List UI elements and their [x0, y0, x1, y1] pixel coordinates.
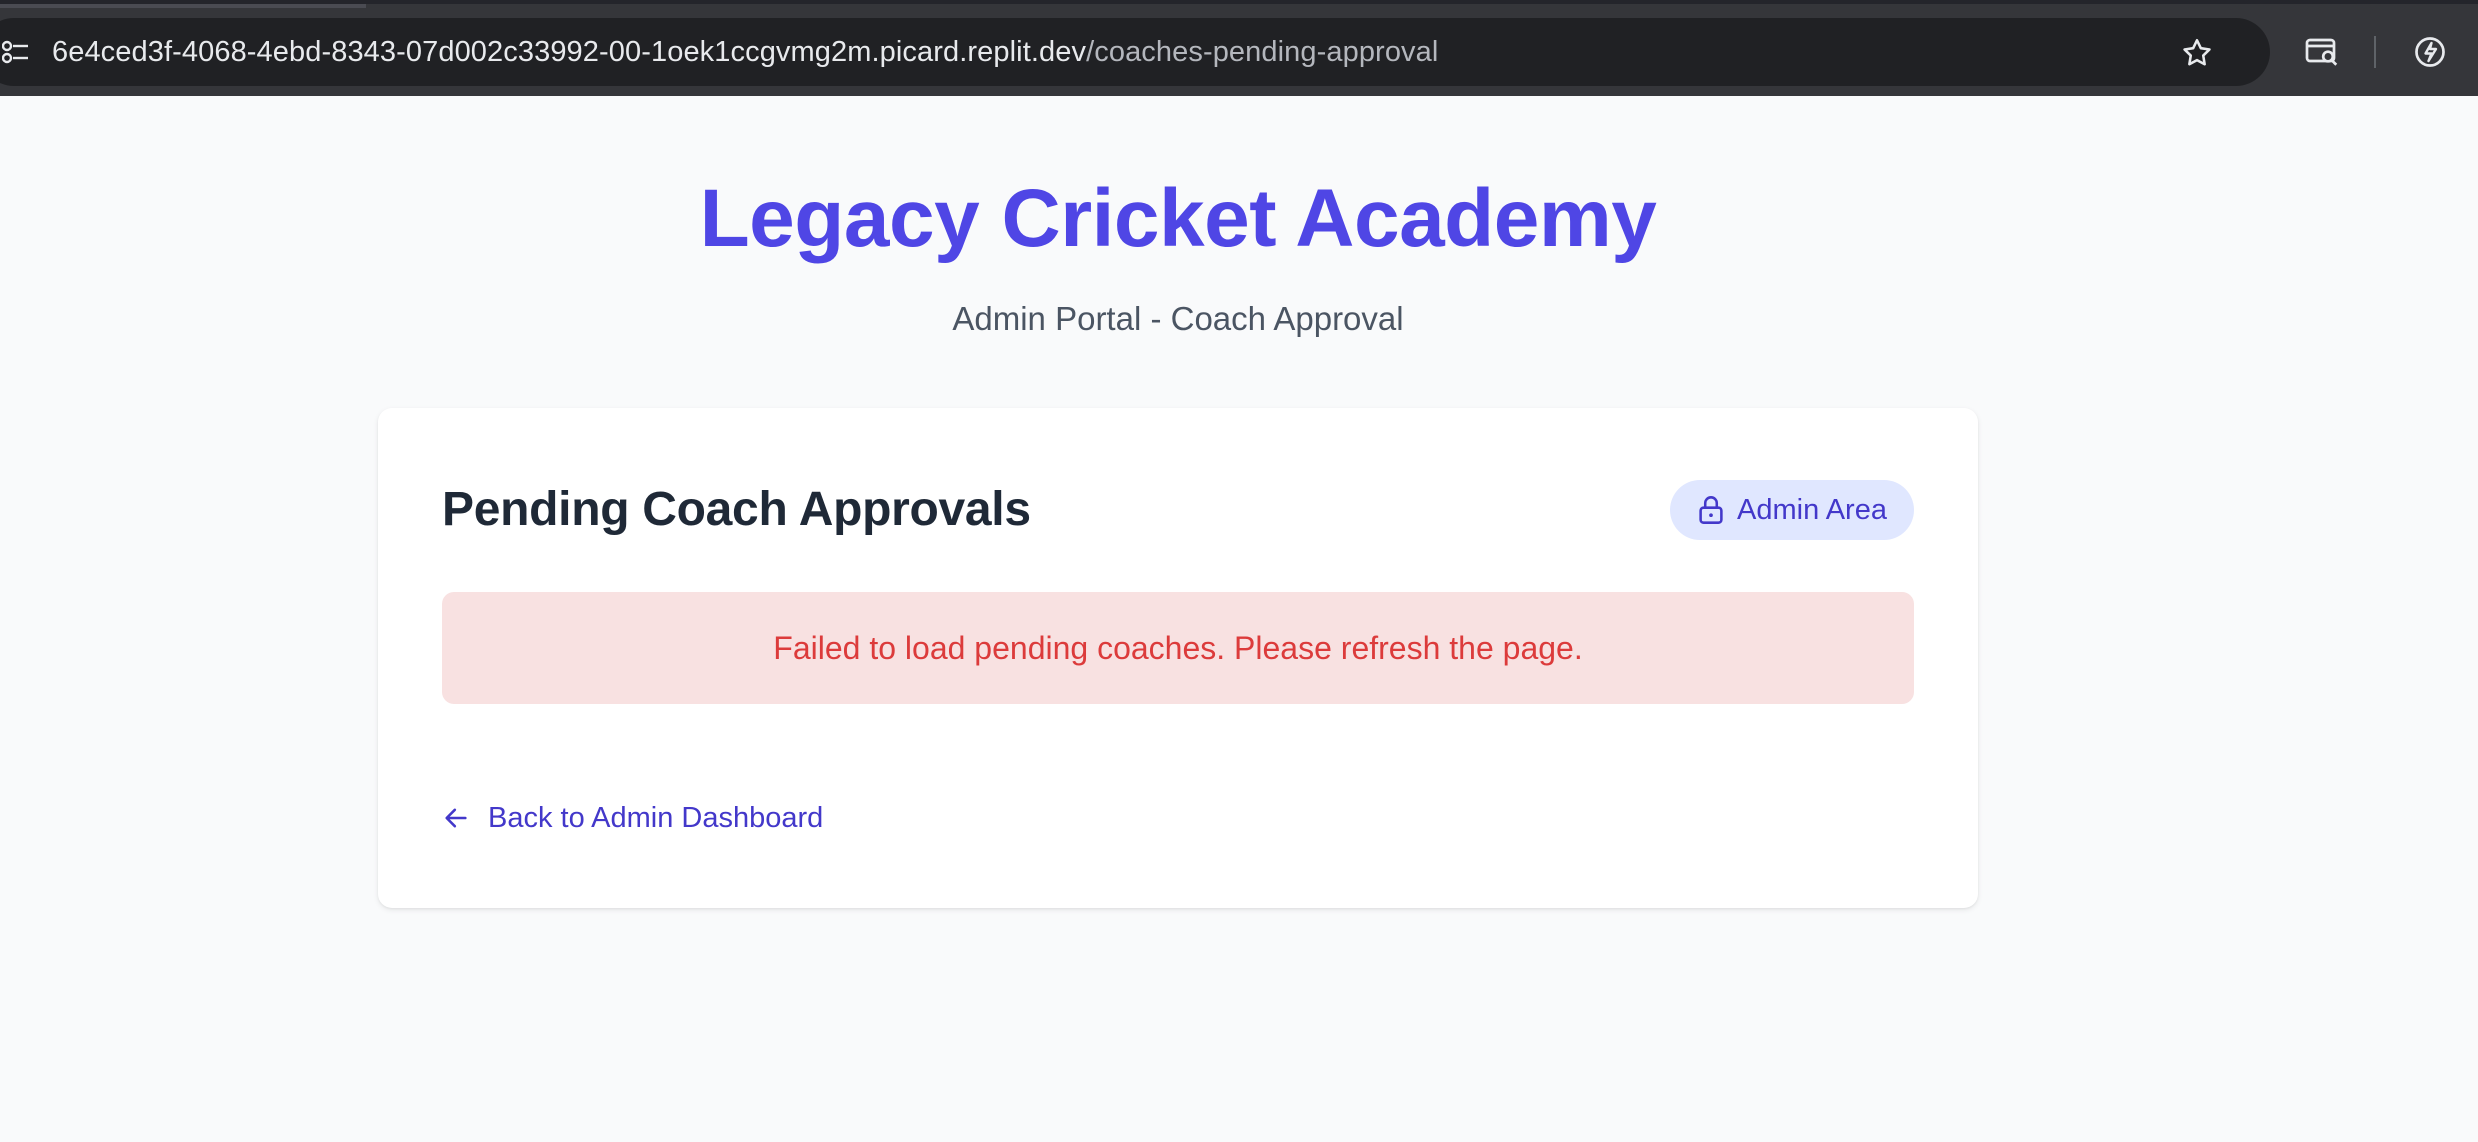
- error-message: Failed to load pending coaches. Please r…: [773, 629, 1583, 666]
- extension-icon[interactable]: [2412, 34, 2448, 70]
- admin-area-badge: Admin Area: [1670, 480, 1914, 540]
- back-link-label: Back to Admin Dashboard: [488, 801, 824, 834]
- address-bar[interactable]: 6e4ced3f-4068-4ebd-8343-07d002c33992-00-…: [0, 18, 2270, 86]
- toolbar-divider: [2374, 36, 2376, 68]
- site-info-icon[interactable]: [2, 38, 28, 66]
- error-alert: Failed to load pending coaches. Please r…: [442, 592, 1914, 704]
- search-tabs-icon[interactable]: [2304, 34, 2340, 70]
- url-path: /coaches-pending-approval: [1086, 36, 1439, 68]
- back-to-dashboard-link[interactable]: Back to Admin Dashboard: [442, 798, 823, 838]
- arrow-left-icon: [445, 808, 467, 828]
- admin-area-label: Admin Area: [1737, 493, 1887, 526]
- tab-strip: [0, 4, 366, 8]
- lock-icon: [1699, 496, 1723, 524]
- site-subtitle: Admin Portal - Coach Approval: [952, 300, 1404, 337]
- pending-approvals-card: Pending Coach Approvals Admin Area Faile…: [378, 408, 1978, 908]
- browser-toolbar: 6e4ced3f-4068-4ebd-8343-07d002c33992-00-…: [0, 0, 2478, 96]
- url-host: 6e4ced3f-4068-4ebd-8343-07d002c33992-00-…: [52, 36, 1087, 68]
- site-title: Legacy Cricket Academy: [699, 173, 1657, 264]
- url-text[interactable]: 6e4ced3f-4068-4ebd-8343-07d002c33992-00-…: [52, 18, 1438, 86]
- bookmark-star-icon[interactable]: [2180, 36, 2214, 70]
- card-title: Pending Coach Approvals: [442, 483, 1031, 536]
